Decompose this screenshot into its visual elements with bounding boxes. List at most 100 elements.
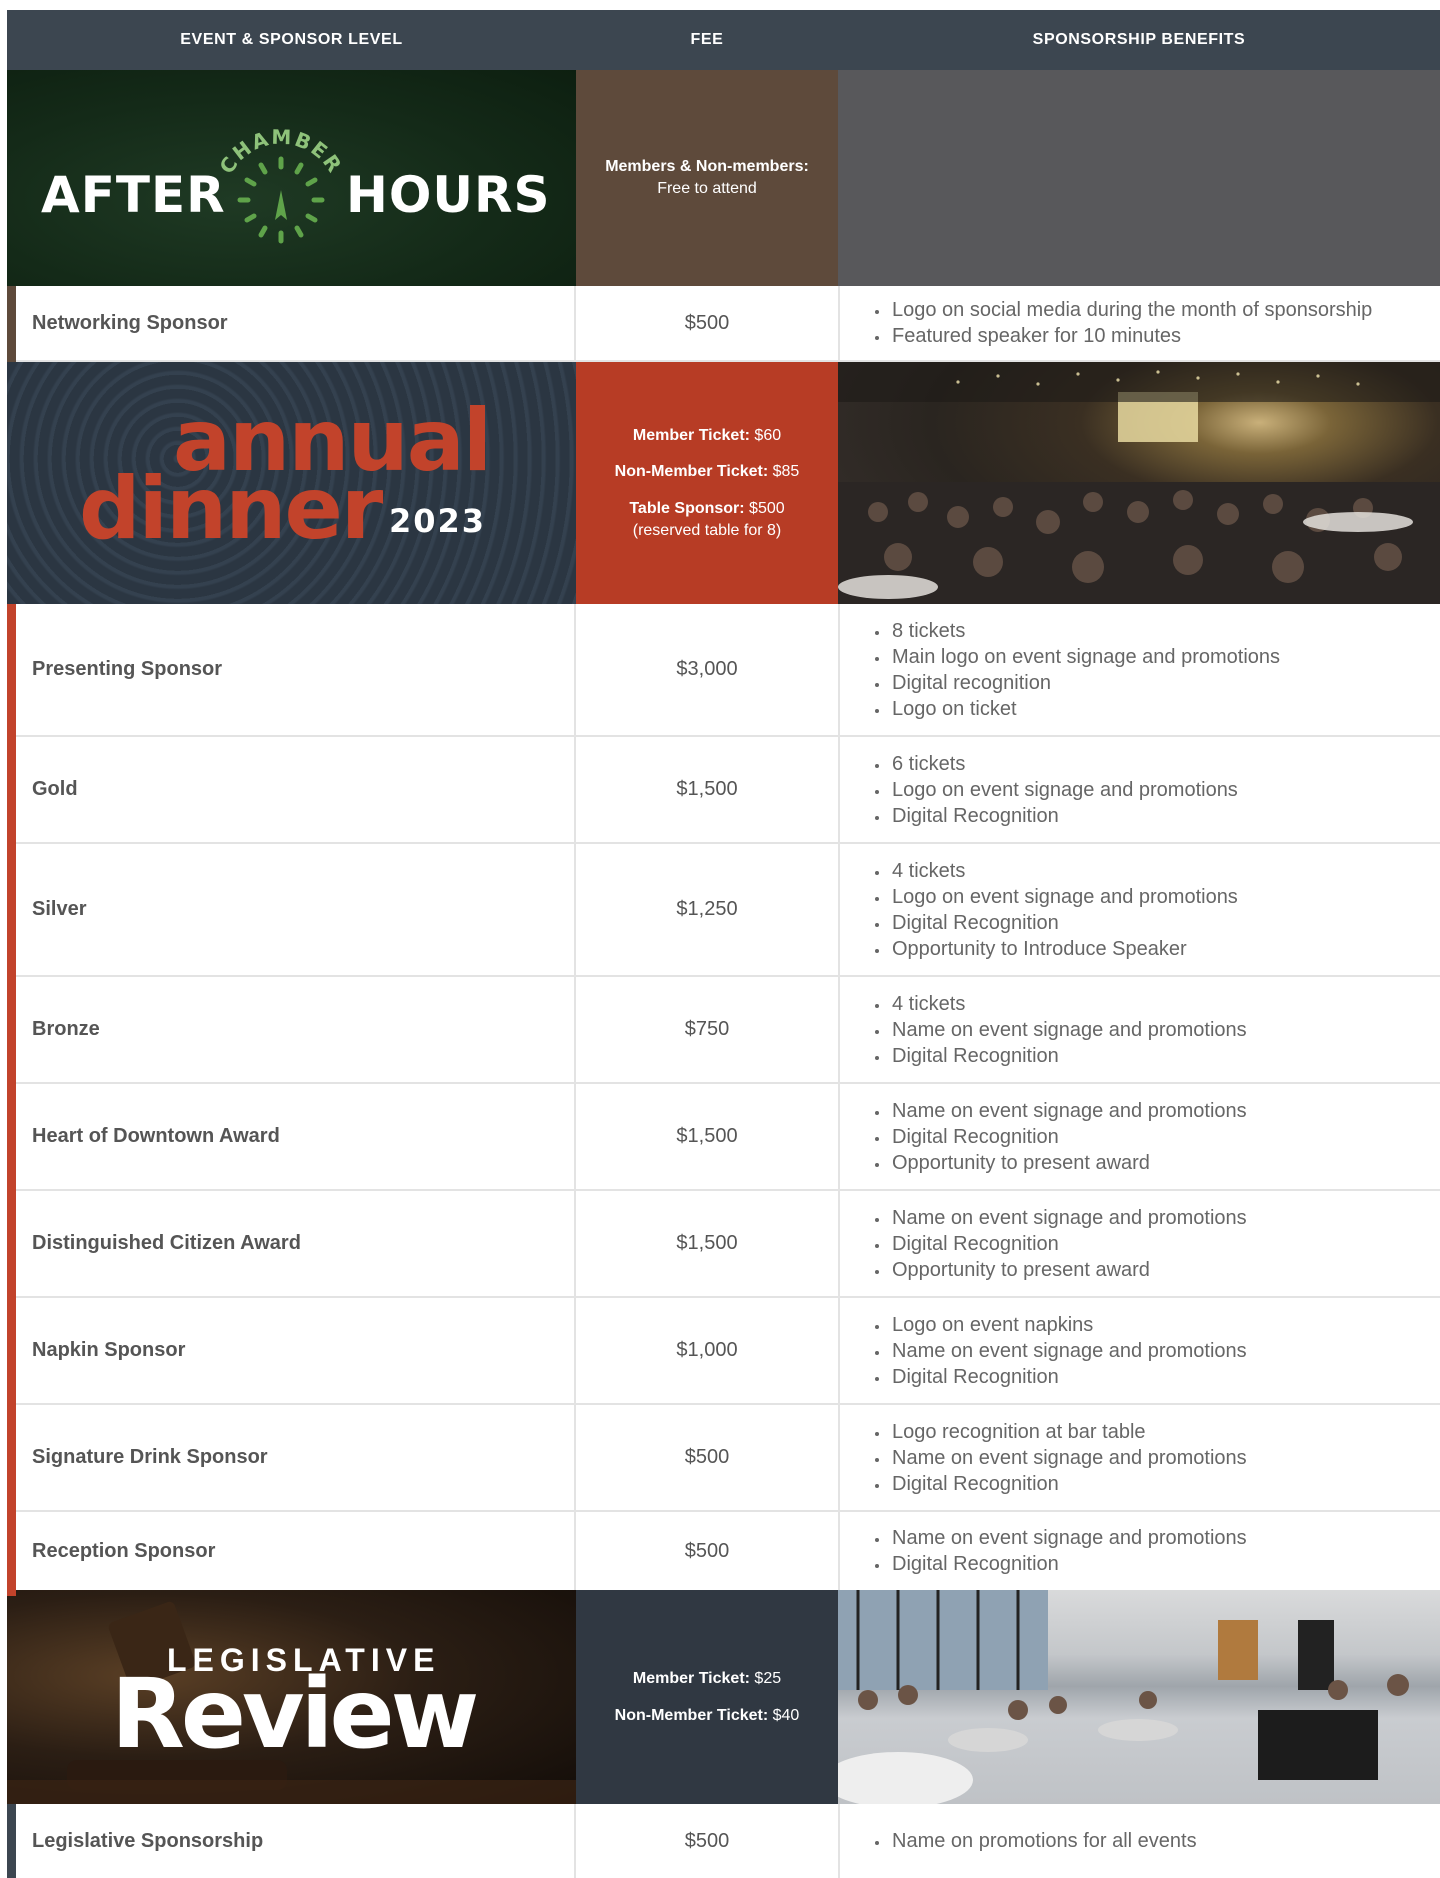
svg-text:CHAMBER: CHAMBER: [214, 125, 347, 178]
sponsor-benefits: 4 tickets Name on event signage and prom…: [840, 977, 1440, 1082]
sponsor-benefits: 8 tickets Main logo on event signage and…: [840, 604, 1440, 735]
sponsor-level: Legislative Sponsorship: [7, 1804, 576, 1878]
meeting-room-image: [838, 1590, 1409, 1804]
benefit-item: Name on event signage and promotions: [890, 1338, 1247, 1364]
sponsor-fee: $500: [576, 1512, 840, 1590]
after-hours-fee-value: Free to attend: [657, 180, 757, 197]
benefit-item: Name on event signage and promotions: [890, 1445, 1247, 1471]
sponsor-fee: $750: [576, 977, 840, 1082]
benefit-item: Digital recognition: [890, 670, 1280, 696]
table-row: Bronze $750 4 tickets Name on event sign…: [7, 977, 1440, 1084]
benefit-item: Logo on ticket: [890, 696, 1280, 722]
sponsor-level: Napkin Sponsor: [7, 1298, 576, 1403]
benefit-item: Logo on social media during the month of…: [890, 297, 1372, 323]
sponsor-level: Reception Sponsor: [7, 1512, 576, 1590]
hours-text: HOURS: [346, 166, 551, 224]
sponsor-fee: $500: [576, 1405, 840, 1510]
table-sponsor: Table Sponsor: $500 (reserved table for 8…: [629, 500, 785, 539]
sponsor-benefits: Logo on event napkins Name on event sign…: [840, 1298, 1440, 1403]
table-row: Silver $1,250 4 tickets Logo on event si…: [7, 844, 1440, 977]
sponsor-fee: $1,250: [576, 844, 840, 975]
after-hours-fee: Members & Non-members: Free to attend: [576, 70, 838, 286]
sponsor-level: Distinguished Citizen Award: [7, 1191, 576, 1296]
annual-dinner-rows: Presenting Sponsor $3,000 8 tickets Main…: [7, 604, 1440, 1596]
after-hours-band: CHAMBER AFTER HOURS Members & Non-member…: [7, 70, 1440, 286]
sponsor-level: Gold: [7, 737, 576, 842]
benefit-item: 8 tickets: [890, 618, 1280, 644]
benefit-item: Name on event signage and promotions: [890, 1525, 1247, 1551]
benefit-item: Logo on event signage and promotions: [890, 884, 1238, 910]
table-row: Legislative Sponsorship $500 Name on pro…: [7, 1804, 1440, 1878]
year-text: 2023: [389, 502, 487, 540]
annual-dinner-logo: annual dinner 2023: [7, 362, 576, 604]
sponsor-benefits: Logo recognition at bar table Name on ev…: [840, 1405, 1440, 1510]
benefit-item: 6 tickets: [890, 751, 1238, 777]
sponsor-fee: $500: [576, 286, 840, 360]
benefit-item: Opportunity to present award: [890, 1257, 1247, 1283]
benefit-item: Name on event signage and promotions: [890, 1017, 1247, 1043]
sponsor-level: Silver: [7, 844, 576, 975]
table-header: EVENT & SPONSOR LEVEL FEE SPONSORSHIP BE…: [7, 10, 1440, 70]
legislative-review-logo: LEGISLATIVE Review: [7, 1590, 576, 1804]
benefit-item: Name on event signage and promotions: [890, 1098, 1247, 1124]
benefit-item: Logo on event napkins: [890, 1312, 1247, 1338]
annual-dinner-band: annual dinner 2023 Member Ticket: $60 No…: [7, 362, 1440, 604]
sponsor-level: Bronze: [7, 977, 576, 1082]
sponsor-benefits: Name on event signage and promotions Dig…: [840, 1084, 1440, 1189]
header-fee: FEE: [690, 31, 724, 48]
member-ticket: Member Ticket: $60: [632, 426, 782, 444]
member-ticket: Member Ticket: $25: [632, 1669, 782, 1687]
sponsor-benefits: 4 tickets Logo on event signage and prom…: [840, 844, 1440, 975]
benefit-item: Digital Recognition: [890, 1043, 1247, 1069]
table-row: Heart of Downtown Award $1,500 Name on e…: [7, 1084, 1440, 1191]
benefit-item: Digital Recognition: [890, 1364, 1247, 1390]
table-row: Reception Sponsor $500 Name on event sig…: [7, 1512, 1440, 1590]
after-hours-logo: CHAMBER AFTER HOURS: [7, 70, 576, 286]
chamber-arc-text: CHAMBER: [214, 125, 345, 178]
benefit-item: Logo recognition at bar table: [890, 1419, 1247, 1445]
sponsor-fee: $500: [576, 1804, 840, 1878]
dinner-text: dinner: [79, 459, 383, 559]
annual-dinner-fee: Member Ticket: $60 Non-Member Ticket: $8…: [576, 362, 838, 604]
benefit-item: Digital Recognition: [890, 910, 1238, 936]
benefit-item: Logo on event signage and promotions: [890, 777, 1238, 803]
sponsor-fee: $1,500: [576, 1084, 840, 1189]
sponsor-level: Signature Drink Sponsor: [7, 1405, 576, 1510]
sponsor-fee: $1,000: [576, 1298, 840, 1403]
benefit-item: Main logo on event signage and promotion…: [890, 644, 1280, 670]
after-text: AFTER: [41, 166, 226, 224]
header-benefits: SPONSORSHIP BENEFITS: [1032, 31, 1246, 48]
benefit-item: Featured speaker for 10 minutes: [890, 323, 1372, 349]
sponsorship-table: EVENT & SPONSOR LEVEL FEE SPONSORSHIP BE…: [7, 10, 1440, 1878]
sponsor-fee: $1,500: [576, 737, 840, 842]
review-text: Review: [111, 1658, 479, 1770]
legislative-fee: Member Ticket: $25 Non-Member Ticket: $4…: [576, 1590, 838, 1804]
sponsor-level: Presenting Sponsor: [7, 604, 576, 735]
table-row: Gold $1,500 6 tickets Logo on event sign…: [7, 737, 1440, 844]
sponsor-benefits: Name on event signage and promotions Dig…: [840, 1512, 1440, 1590]
table-row: Networking Sponsor $500 Logo on social m…: [7, 286, 1440, 362]
table-row: Presenting Sponsor $3,000 8 tickets Main…: [7, 604, 1440, 737]
benefit-item: 4 tickets: [890, 991, 1247, 1017]
benefit-item: Digital Recognition: [890, 1551, 1247, 1577]
after-hours-benefits-panel: [838, 70, 1440, 286]
sponsor-benefits: Logo on social media during the month of…: [840, 286, 1440, 360]
benefit-item: Digital Recognition: [890, 1231, 1247, 1257]
sponsor-level: Networking Sponsor: [7, 286, 576, 360]
benefit-item: Opportunity to present award: [890, 1150, 1247, 1176]
after-hours-fee-label: Members & Non-members:: [605, 158, 809, 176]
sponsor-fee: $3,000: [576, 604, 840, 735]
sponsor-level: Heart of Downtown Award: [7, 1084, 576, 1189]
legislative-photo: [838, 1590, 1440, 1804]
benefit-item: 4 tickets: [890, 858, 1238, 884]
sponsor-benefits: Name on promotions for all events: [840, 1804, 1440, 1878]
benefit-item: Opportunity to Introduce Speaker: [890, 936, 1238, 962]
benefit-item: Name on event signage and promotions: [890, 1205, 1247, 1231]
sponsor-fee: $1,500: [576, 1191, 840, 1296]
table-row: Napkin Sponsor $1,000 Logo on event napk…: [7, 1298, 1440, 1405]
table-row: Distinguished Citizen Award $1,500 Name …: [7, 1191, 1440, 1298]
nonmember-ticket: Non-Member Ticket: $40: [614, 1706, 800, 1724]
benefit-item: Digital Recognition: [890, 1471, 1247, 1497]
legislative-review-band: LEGISLATIVE Review Member Ticket: $25 No…: [7, 1590, 1440, 1804]
benefit-item: Digital Recognition: [890, 1124, 1247, 1150]
